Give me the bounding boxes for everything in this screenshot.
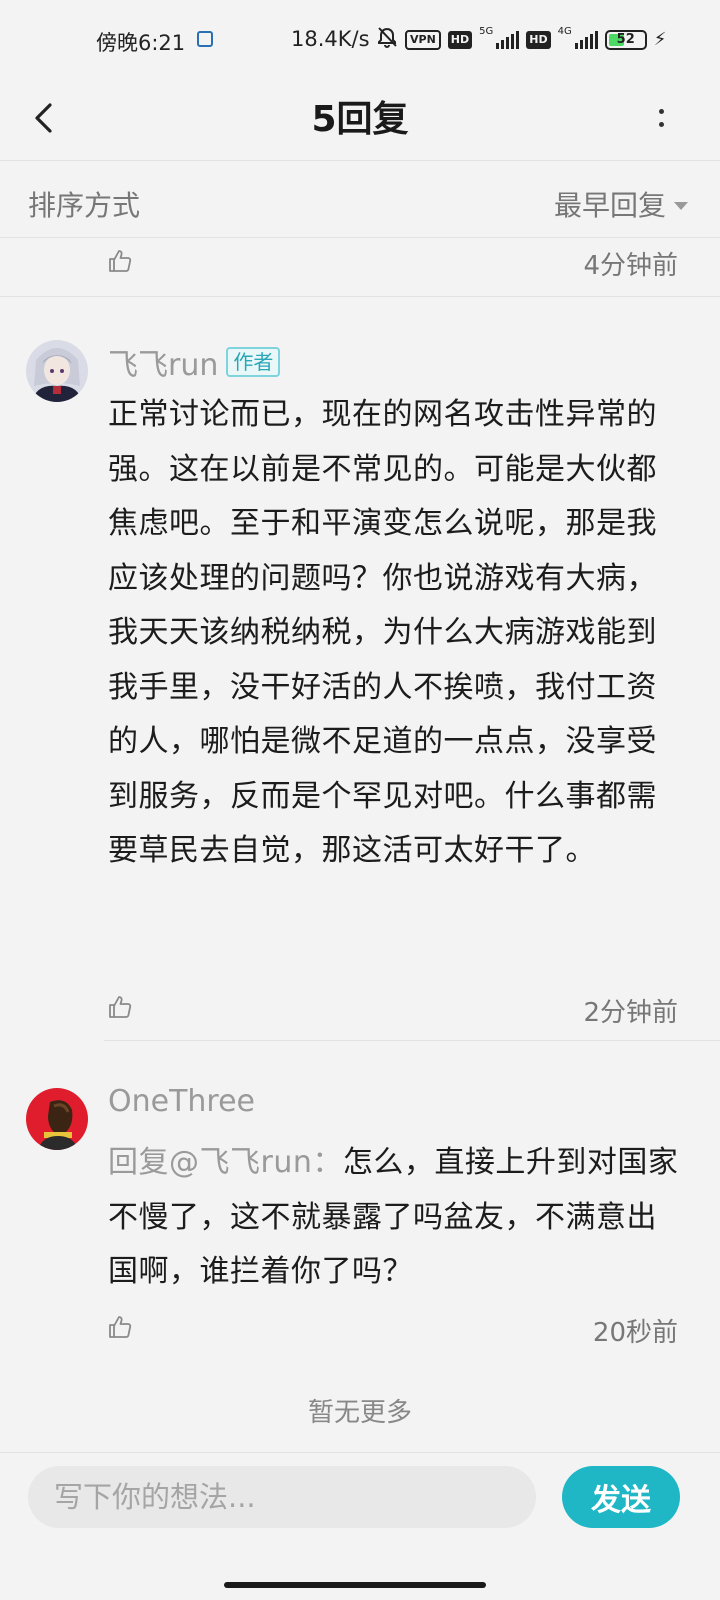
status-time: 傍晚6:21 — [96, 31, 186, 55]
more-options-button[interactable] — [650, 98, 672, 138]
more-vertical-icon — [658, 109, 664, 114]
comment-username[interactable]: 飞飞run 作者 — [108, 340, 281, 384]
signal-4g-icon — [574, 30, 598, 49]
reply-mention[interactable]: 回复@飞飞run： — [108, 1145, 343, 1180]
mute-bell-icon — [376, 26, 398, 53]
comment-input[interactable] — [28, 1466, 536, 1528]
comment-username[interactable]: OneThree — [108, 1084, 255, 1119]
avatar-image-icon — [26, 1088, 88, 1150]
thumbs-up-icon — [109, 1316, 132, 1338]
hd-icon: HD — [447, 30, 473, 49]
thumbs-up-icon — [109, 996, 132, 1018]
no-more-label: 暂无更多 — [307, 1398, 412, 1428]
page-title: 5回复 — [311, 99, 409, 140]
comment-time: 2分钟前 — [583, 998, 678, 1028]
prev-comment-time: 4分钟前 — [583, 251, 678, 281]
battery-icon: 52 — [604, 29, 647, 50]
username-text: 飞飞run — [108, 348, 219, 383]
comment-divider — [104, 1040, 720, 1041]
avatar-image-icon — [26, 340, 88, 402]
username-text: OneThree — [108, 1084, 256, 1119]
app-notification-icon — [197, 31, 213, 47]
header-divider — [0, 160, 720, 161]
sort-dropdown[interactable]: 最早回复 — [554, 184, 688, 224]
status-icons: VPN HD 5G HD 4G 52 ⚡ — [376, 26, 666, 53]
thumbs-up-icon — [109, 250, 132, 272]
comment-input-bar: 发送 — [0, 1452, 720, 1552]
sort-bar: 排序方式 最早回复 — [0, 168, 720, 238]
avatar-onethree[interactable] — [26, 1088, 88, 1150]
status-bar: 傍晚6:21 18.4K/s VPN HD 5G HD 4G 52 ⚡ — [0, 0, 720, 80]
send-button[interactable]: 发送 — [562, 1466, 680, 1528]
net-5g-label: 5G — [479, 26, 494, 37]
comment-text[interactable]: 回复@飞飞run：怎么，直接上升到对国家不慢了，这不就暴露了吗盆友，不满意出国啊… — [108, 1136, 683, 1300]
header: 5回复 — [0, 80, 720, 160]
signal-5g-icon — [496, 30, 520, 49]
avatar-feifeirun[interactable] — [26, 340, 88, 402]
vpn-icon: VPN — [405, 29, 441, 50]
net-4g-label: 4G — [557, 26, 572, 37]
hd-icon-2: HD — [526, 30, 551, 49]
sort-divider — [0, 237, 720, 238]
sort-label: 排序方式 — [28, 189, 141, 222]
charging-bolt-icon: ⚡ — [653, 29, 667, 50]
caret-down-icon — [674, 202, 688, 210]
comment-time: 20秒前 — [592, 1318, 678, 1348]
home-indicator[interactable] — [224, 1582, 486, 1588]
author-badge: 作者 — [226, 347, 281, 377]
comment-text[interactable]: 正常讨论而已，现在的网名攻击性异常的强。这在以前是不常见的。可能是大伙都焦虑吧。… — [108, 388, 683, 879]
sort-value: 最早回复 — [553, 189, 666, 222]
status-net-speed: 18.4K/s — [291, 27, 370, 51]
prev-comment-divider — [0, 296, 720, 297]
like-button[interactable] — [107, 994, 133, 1020]
like-button[interactable] — [107, 1314, 133, 1340]
like-button-prev[interactable] — [107, 248, 133, 274]
battery-level: 52 — [616, 32, 635, 47]
